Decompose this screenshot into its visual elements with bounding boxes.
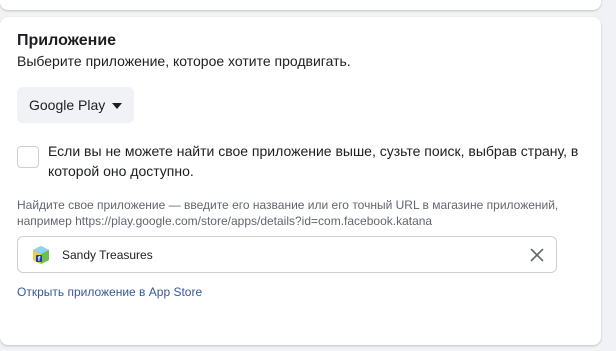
section-subtitle: Выберите приложение, которое хотите прод…	[17, 53, 351, 69]
svg-text:f: f	[38, 256, 41, 263]
app-search-help-text: Найдите свое приложение — введите его на…	[17, 198, 559, 228]
open-in-app-store-link[interactable]: Открыть приложение в App Store	[17, 285, 202, 299]
app-store-dropdown[interactable]: Google Play	[17, 87, 135, 123]
country-search-checkbox-label: Если вы не можете найти свое приложение …	[48, 143, 579, 179]
sandy-treasures-app-icon: f	[31, 245, 51, 265]
country-search-checkbox[interactable]	[17, 146, 39, 168]
clear-selection-button[interactable]	[528, 246, 546, 264]
selected-app-name: Sandy Treasures	[62, 247, 153, 262]
app-store-dropdown-label: Google Play	[29, 97, 106, 113]
section-title: Приложение	[17, 32, 117, 49]
caret-down-icon	[112, 102, 123, 109]
previous-section-card	[0, 0, 601, 10]
selected-app-field[interactable]: f Sandy Treasures	[17, 236, 557, 273]
close-icon	[530, 248, 544, 261]
app-section-card: Приложение Выберите приложение, которое …	[0, 17, 601, 345]
